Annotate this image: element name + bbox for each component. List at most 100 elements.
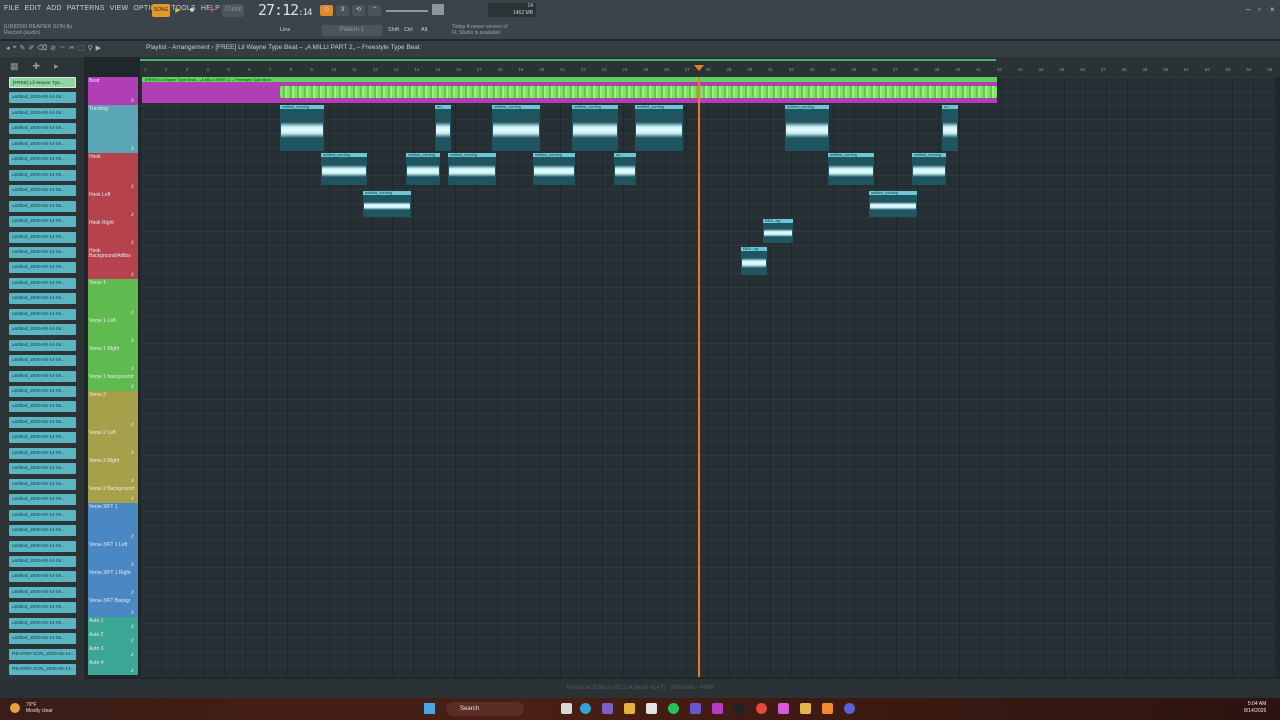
track-header[interactable]: Hook Background/Adlibs ♪ <box>88 247 138 279</box>
minimize-icon[interactable]: – <box>1246 5 1250 14</box>
spotify-icon[interactable] <box>668 703 679 714</box>
picker-clip-item[interactable]: untitled_2026-08-14 04... <box>9 525 76 537</box>
record-button[interactable]: ● <box>206 4 218 17</box>
picker-clip-item[interactable]: untitled_2026-08-14 04... <box>9 123 76 135</box>
beat-audio-clip[interactable]: [FREE] Lil Wayne Type Beat – „A MILLI PA… <box>142 77 997 103</box>
picker-clip-item[interactable]: untitled_2026-08-14 04... <box>9 586 76 598</box>
file-explorer-icon[interactable] <box>561 703 572 714</box>
weather-icon[interactable] <box>10 703 20 713</box>
metronome-button[interactable]: ◷ <box>320 5 333 16</box>
weather-widget[interactable]: 79°F Mostly clear <box>26 702 53 714</box>
playhead-marker[interactable] <box>694 65 704 71</box>
master-volume-slider[interactable] <box>386 10 428 12</box>
audio-clip[interactable]: untitled_cording <box>635 105 683 151</box>
picker-clip-item[interactable]: untitled_2026-08-14 04... <box>9 293 76 305</box>
modifier-ctrl[interactable]: Ctrl <box>404 25 413 36</box>
picker-clip-item[interactable]: untitled_2026-08-14 04... <box>9 463 76 475</box>
menu-edit[interactable]: EDIT <box>25 5 42 12</box>
picker-clip-item[interactable]: untitled_2026-08-14 04... <box>9 216 76 228</box>
zoom-icon[interactable]: ⚲ <box>88 44 93 52</box>
picker-clip-item[interactable]: untitled_2026-08-14 04... <box>9 185 76 197</box>
track-header[interactable]: Verse 1 Right ♪ <box>88 345 138 373</box>
folder-icon[interactable] <box>624 703 635 714</box>
picker-clip-item[interactable]: untitled_2026-08-14 04... <box>9 246 76 258</box>
menu-add[interactable]: ADD <box>46 5 61 12</box>
picker-clip-item[interactable]: untitled_2026-08-14 04... <box>9 355 76 367</box>
picker-clip-item[interactable]: untitled_2026-08-14 04... <box>9 401 76 413</box>
modifier-shift[interactable]: Shift <box>388 25 399 36</box>
picker-clip-item[interactable]: untitled_2026-08-14 04... <box>9 92 76 104</box>
picker-clip-item[interactable]: untitled_2026-08-14 04... <box>9 386 76 397</box>
magnet-icon[interactable]: ⌖ <box>13 44 17 52</box>
picker-clip-item[interactable]: untitled_2026-08-14 04... <box>9 107 76 119</box>
picker-clip-item[interactable]: untitled_2026-08-14 04... <box>9 308 76 320</box>
track-header[interactable]: Verse 1 ♪ <box>88 279 138 317</box>
picker-add-icon[interactable]: ✚ <box>33 61 41 73</box>
messenger-icon[interactable] <box>712 703 723 714</box>
select-icon[interactable]: ⬚ <box>78 44 85 52</box>
track-header[interactable]: Verse 2 Right ♪ <box>88 457 138 485</box>
copilot-icon[interactable] <box>602 703 613 714</box>
slip-icon[interactable]: ⇔ <box>59 44 66 52</box>
close-icon[interactable]: × <box>1270 5 1275 14</box>
track-header[interactable]: Verse 3/FT Backgr ♪ <box>88 597 138 617</box>
update-notice[interactable]: Today A newer version of FL Studio is av… <box>452 24 508 36</box>
audio-clip[interactable]: un... <box>435 105 451 151</box>
track-header[interactable]: Verse 3/FT 1 Right ♪ <box>88 569 138 597</box>
track-header[interactable]: Hook Left ♪ <box>88 191 138 219</box>
playback-icon[interactable]: ▶ <box>96 44 101 52</box>
audio-clip[interactable]: untitled_cording <box>785 105 829 151</box>
song-mode-button[interactable]: SONG <box>152 4 170 17</box>
picker-clip-item[interactable]: untitled_2026-08-14 04... <box>9 262 76 274</box>
picker-clip-item[interactable]: untitled_2026-08-14 04... <box>9 509 76 521</box>
picker-clip-item[interactable]: untitled_2026-08-14 04... <box>9 231 76 243</box>
tempo-display[interactable]: 77.000 <box>222 4 244 17</box>
picker-clip-item[interactable]: untitled_2026-08-14 04... <box>9 169 76 181</box>
picker-clip-item[interactable]: untitled_2026-08-14 04... <box>9 555 76 567</box>
track-header[interactable]: Verse 2 Left ♪ <box>88 429 138 457</box>
discord-icon[interactable] <box>844 703 855 714</box>
system-clock[interactable]: 5:04 AM 8/14/2026 <box>1244 701 1266 715</box>
track-header[interactable]: Verse 1 background ♪ <box>88 373 138 391</box>
picker-clip-item[interactable]: untitled_2026-08-14 04... <box>9 277 76 289</box>
track-header[interactable]: Verse 2 Background ♪ <box>88 485 138 503</box>
app-grid-icon[interactable] <box>690 703 701 714</box>
audio-clip[interactable]: untitled_cording <box>280 105 324 151</box>
play-button[interactable]: ▶ <box>172 4 184 17</box>
audio-clip[interactable]: REA...ng <box>741 247 767 275</box>
audio-clip[interactable]: untitled_cording <box>572 105 618 151</box>
menu-patterns[interactable]: PATTERNS <box>67 5 105 12</box>
timeline-ruler[interactable]: 1 2 3 4 5 6 7 8 9 10 11 12 13 14 15 16 17 18 19 20 21 22 23 24 2… <box>140 57 1280 77</box>
audio-clip[interactable]: untitled_cording <box>492 105 540 151</box>
notes-icon[interactable] <box>800 703 811 714</box>
audio-clip[interactable]: un... <box>614 153 636 185</box>
audio-clip[interactable]: untitled_cording <box>406 153 440 185</box>
audio-clip[interactable]: un... <box>942 105 958 151</box>
track-header[interactable]: Hook Right ♪ <box>88 219 138 247</box>
stop-button[interactable]: ■ <box>186 4 198 17</box>
track-header[interactable]: Auto 4 ♪ <box>88 659 138 675</box>
picker-clip-item[interactable]: untitled_2026-08-14 04... <box>9 571 76 583</box>
edge-icon[interactable] <box>580 703 591 714</box>
step-edit-button[interactable]: ⌃ <box>368 5 381 16</box>
audio-clip[interactable]: untitled_cording <box>828 153 874 185</box>
picker-grid-icon[interactable]: ▦ <box>10 61 19 73</box>
store-icon[interactable] <box>646 703 657 714</box>
picker-clip-item[interactable]: REAPER SON_2026-08-14... <box>9 648 76 660</box>
settings-icon[interactable] <box>778 703 789 714</box>
track-header[interactable]: Hook ♪ <box>88 153 138 191</box>
menu-arrow-icon[interactable]: ◂ <box>6 44 10 52</box>
picker-clip-item[interactable]: untitled_2026-08-14 04... <box>9 633 76 645</box>
loop-record-button[interactable]: ⟲ <box>352 5 365 16</box>
countdown-button[interactable]: 3 <box>336 5 349 16</box>
track-header[interactable]: Verse 2 ♪ <box>88 391 138 429</box>
picker-clip-item[interactable]: untitled_2026-08-14 04... <box>9 200 76 212</box>
track-header[interactable]: Verse 3/FT 1 Left ♪ <box>88 541 138 569</box>
menu-file[interactable]: FILE <box>4 5 20 12</box>
audio-clip[interactable]: untitled_cording <box>448 153 496 185</box>
picker-clip-item[interactable]: untitled_2026-08-14 04... <box>9 447 76 459</box>
audio-clip[interactable]: untitled_cording <box>321 153 367 185</box>
fl-studio-icon[interactable] <box>822 703 833 714</box>
track-header[interactable]: Tracking ♪ <box>88 105 138 153</box>
picker-clip-item[interactable]: untitled_2026-08-14 04... <box>9 617 76 629</box>
